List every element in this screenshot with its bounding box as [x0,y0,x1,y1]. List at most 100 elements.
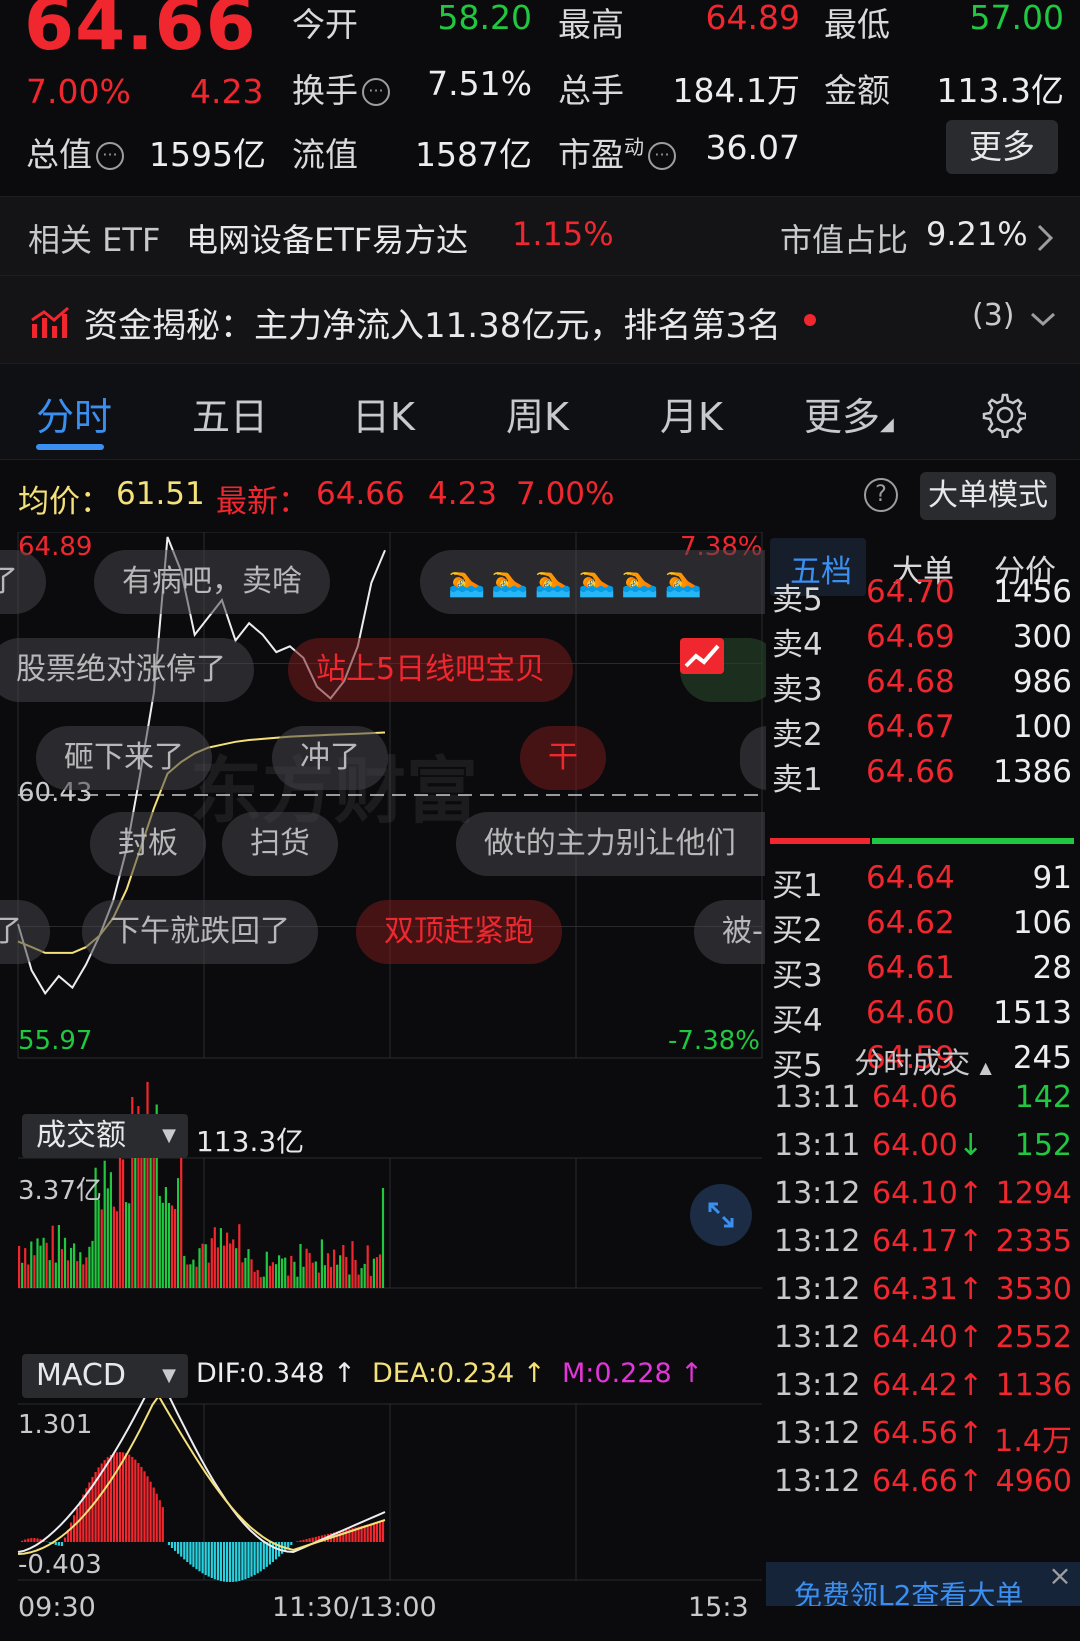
danmaku-bubble[interactable]: 扫货 [222,812,338,876]
tick-volume: 1.4万 [994,1424,1072,1459]
danmaku-bubble[interactable]: 下午就跌回了 [82,900,318,964]
macd-histogram-bar [232,1542,235,1582]
macd-histogram-bar [198,1542,201,1572]
danmaku-bubble-hot[interactable]: 干 [520,726,606,790]
macd-histogram-bar [73,1515,76,1542]
rising-chart-sticker[interactable] [680,638,780,702]
tab-intraday[interactable]: 分时 [36,386,112,441]
tick-volume: 142 [1014,1080,1072,1115]
ticks-header[interactable]: 分时成交 ▲ [766,1040,1080,1082]
volume-bar [317,1272,320,1288]
pe-label: 市盈动 ··· [558,128,676,176]
volume-bar [363,1263,366,1288]
macd-histogram-bar [48,1542,51,1543]
volume-bar [183,1255,186,1288]
indicator-selector-macd[interactable]: MACD ▼ [22,1354,188,1398]
expand-chart-button[interactable] [690,1184,752,1246]
ask-ratio-bar [770,838,870,844]
volume-bar [73,1243,76,1288]
volume-bar [311,1262,314,1288]
tab-more[interactable]: 更多◢ [804,386,894,441]
dropdown-triangle-icon: ▼ [162,1365,176,1386]
help-icon[interactable]: ··· [648,142,676,170]
open-label: 今开 [292,5,358,44]
macd-histogram-bar [284,1542,287,1551]
settings-gear-icon[interactable] [980,392,1026,438]
ask-level-row[interactable]: 卖3 64.68 986 [766,664,1080,708]
intraday-stats: 均价： 61.51 最新： 64.66 4.23 7.00% ? [0,460,1080,532]
macd-histogram-bar [265,1542,268,1567]
ask-level-row[interactable]: 卖2 64.67 100 [766,709,1080,753]
volume-bar [216,1247,219,1288]
macd-histogram-bar [271,1542,274,1562]
tick-arrow: ↑ [958,1464,984,1499]
danmaku-bubble[interactable]: 被- [694,900,765,964]
help-icon[interactable]: ··· [96,142,124,170]
tab-weekly-k[interactable]: 周K [506,386,569,441]
volume-bar [305,1248,308,1288]
fund-flow-text: 资金揭秘：主力净流入11.38亿元，排名第3名 [84,306,781,346]
level-price: 64.64 [866,860,955,896]
l2-promo-banner[interactable]: 免费领L2查看大单 × [766,1562,1080,1606]
bid-level-row[interactable]: 买4 64.60 1513 [766,995,1080,1039]
fund-flow-row[interactable]: 资金揭秘：主力净流入11.38亿元，排名第3名 (3) [0,276,1080,364]
volume-bar [112,1206,115,1288]
danmaku-bubble[interactable]: 冲了 [272,726,388,790]
volume-bar [281,1258,284,1288]
help-icon[interactable]: ··· [362,78,390,106]
bid-level-row[interactable]: 买3 64.61 28 [766,950,1080,994]
macd-histogram-bar [299,1540,302,1542]
volume-bar [333,1249,336,1288]
bid-level-row[interactable]: 买2 64.62 106 [766,905,1080,949]
pe-dynamic-sup: 动 [624,135,644,159]
big-order-mode-button[interactable]: 大单模式 [920,472,1056,520]
chevron-down-icon[interactable] [1030,312,1056,328]
volume-bar [284,1257,287,1288]
macd-histogram-bar [27,1538,30,1542]
macd-histogram-bar [210,1542,213,1578]
volume-bar [48,1260,51,1288]
volume-bar [201,1243,204,1288]
danmaku-bubble[interactable]: 砸下来了 [36,726,212,790]
tick-time: 13:12 [774,1272,861,1307]
volume-bar [299,1244,302,1288]
volume-bar [204,1244,207,1288]
danmaku-bubble[interactable]: 封板 [90,812,206,876]
indicator-selector-volume[interactable]: 成交额 ▼ [22,1114,188,1158]
level-volume: 1456 [993,574,1072,610]
related-etf-row[interactable]: 相关 ETF 电网设备ETF易方达 1.15% 市值占比 9.21% [0,196,1080,276]
volume-bar [381,1188,385,1288]
tab-five-day[interactable]: 五日 [192,386,268,441]
macd-histogram-bar [21,1540,24,1542]
macd-histogram-bar [33,1538,36,1542]
ask-level-row[interactable]: 卖5 64.70 1456 [766,574,1080,618]
tab-monthly-k[interactable]: 月K [660,386,723,441]
danmaku-bubble[interactable]: 做t的主力别让他们 [456,812,765,876]
collapse-triangle-icon: ▲ [979,1058,992,1077]
swimmers-emoji-bubble[interactable]: 🏊🏊🏊🏊🏊🏊 [420,550,765,614]
help-icon[interactable]: ? [864,478,898,512]
etf-label: 相关 ETF [28,221,161,259]
macd-histogram-bar [174,1542,177,1551]
ticks-header-label: 分时成交 [854,1046,971,1080]
level-label: 卖3 [772,672,823,708]
close-icon[interactable]: × [1046,1562,1074,1590]
danmaku-bubble-hot[interactable]: 站上5日线吧宝贝 [288,638,574,702]
tab-daily-k[interactable]: 日K [352,386,415,441]
volume-bar [241,1262,244,1288]
more-button[interactable]: 更多 [946,120,1058,174]
ask-level-row[interactable]: 卖4 64.69 300 [766,619,1080,663]
danmaku-bubble[interactable]: 股票绝对涨停了 [0,638,254,702]
bid-level-row[interactable]: 买1 64.64 91 [766,860,1080,904]
tick-volume: 1294 [995,1176,1072,1211]
danmaku-bubble[interactable]: 有病吧，卖啥 [94,550,330,614]
intraday-chart[interactable]: 64.89 60.43 55.97 7.38% -7.38% 东方财富 了 有病… [0,532,796,1641]
ask-level-row[interactable]: 卖1 64.66 1386 [766,754,1080,798]
macd-histogram-bar [219,1542,222,1581]
macd-histogram-bar [250,1542,253,1577]
volume-bar [235,1248,238,1288]
macd-dif: DIF:0.348 ↑ [196,1358,356,1389]
danmaku-bubble-hot[interactable]: 双顶赶紧跑 [356,900,562,964]
level-price: 64.69 [866,619,955,655]
level-volume: 1513 [993,995,1072,1031]
